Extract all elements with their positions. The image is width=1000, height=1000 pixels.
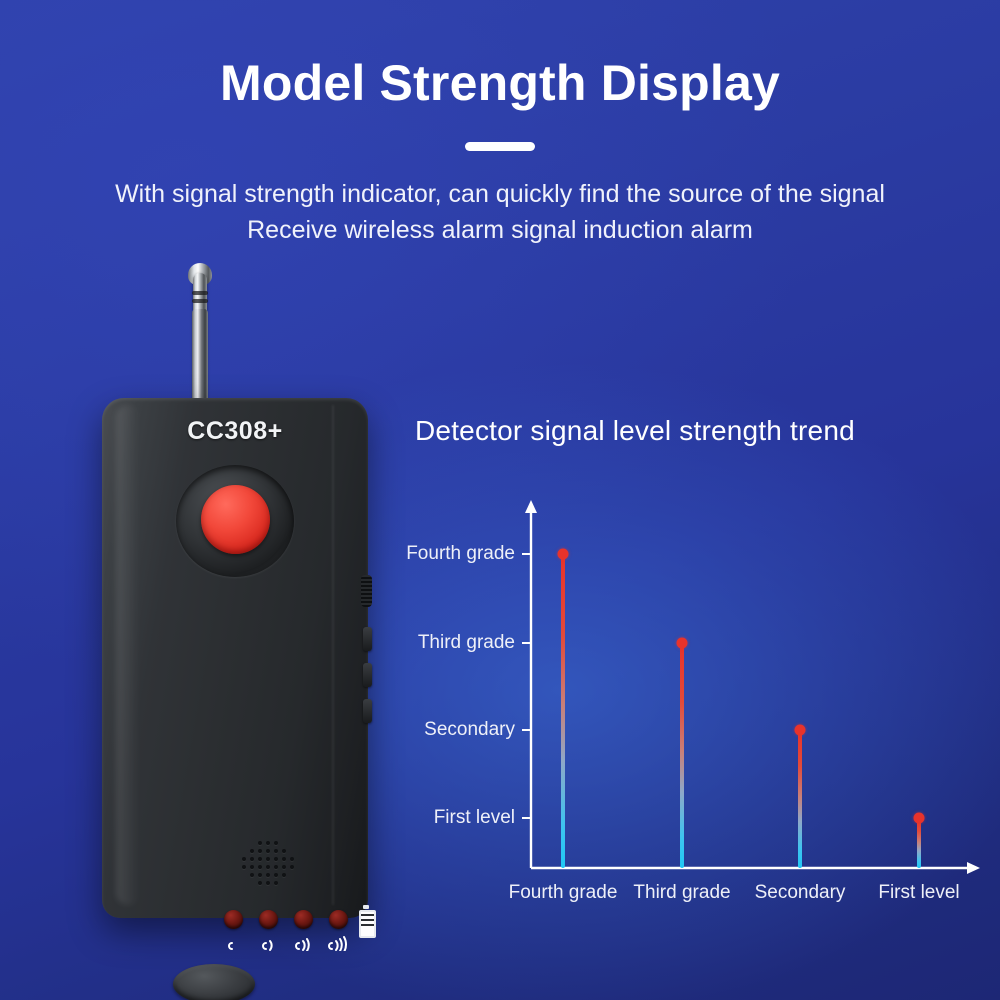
chart-x-tick-label: Secondary [754,882,846,903]
device-highlight [116,405,140,905]
chart-title: Detector signal level strength trend [415,415,855,446]
speaker-dot [274,865,278,869]
chart-y-tick-label: Third grade [417,632,515,653]
speaker-dot [242,857,246,861]
speaker-dot [266,841,270,845]
speaker-dot [258,873,262,877]
speaker-dot [250,873,254,877]
chart-y-tick-label: Fourth grade [406,543,515,564]
side-knurled-switch[interactable] [361,575,372,607]
speaker-dot [282,849,286,853]
speaker-dot [282,857,286,861]
speaker-grille-icon [242,841,304,893]
signal-wave-3-icon [292,933,316,952]
red-lens-button[interactable] [201,485,270,554]
chart-data-point [676,637,688,649]
laser-button[interactable] [173,964,255,1000]
device-contour [332,405,334,905]
speaker-dot [250,849,254,853]
page-title: Model Strength Display [219,55,780,111]
chart-stem [798,730,802,868]
side-button-2[interactable] [363,663,372,687]
subtitle-line-2: Receive wireless alarm signal induction … [247,216,753,244]
speaker-dot [290,865,294,869]
signal-wave-4-icon [327,933,351,953]
signal-wave-1-icon [222,933,246,951]
signal-trend-chart: Fourth grade Third grade Secondary First le… [390,480,990,905]
device-model-label: CC308+ [187,417,283,445]
chart-x-tick-label: First level [878,882,960,903]
antenna-band-1 [192,291,208,295]
chart-data-point [913,812,925,824]
antenna-segment [192,309,208,405]
chart-data-point [794,724,806,736]
antenna-band-2 [192,299,208,303]
chart-y-tick-label: First level [433,807,515,828]
speaker-dot [258,841,262,845]
speaker-dot [258,881,262,885]
speaker-dot [258,865,262,869]
speaker-dot [258,849,262,853]
battery-cap-icon [363,905,369,909]
speaker-dot [266,857,270,861]
detector-device-image: CC308+ Laser W S E [80,255,400,1000]
chart-y-tick-label: Secondary [424,719,515,740]
chart-data-point [557,548,569,560]
speaker-dot [274,873,278,877]
speaker-dot [250,857,254,861]
speaker-dot [250,865,254,869]
led-1 [224,910,243,929]
signal-wave-2-icon [257,933,281,951]
chart-x-tick-label: Third grade [633,882,731,903]
chart-stem [680,643,684,868]
side-button-3[interactable] [363,699,372,723]
led-2 [259,910,278,929]
page-subtitle: With signal strength indicator, can quic… [0,176,1000,248]
title-divider [465,142,535,151]
subtitle-line-1: With signal strength indicator, can quic… [115,180,885,208]
speaker-dot [274,857,278,861]
speaker-dot [266,881,270,885]
led-3 [294,910,313,929]
speaker-dot [266,873,270,877]
led-4 [329,910,348,929]
speaker-dot [282,865,286,869]
speaker-dot [242,865,246,869]
chart-stem [561,554,565,868]
speaker-dot [274,849,278,853]
chart-stem [917,818,921,868]
speaker-dot [258,857,262,861]
side-button-1[interactable] [363,627,372,651]
battery-icon [359,910,376,938]
page-root: Model Strength Display With signal stren… [0,0,1000,1000]
speaker-dot [282,873,286,877]
speaker-dot [290,857,294,861]
speaker-dot [266,849,270,853]
chart-x-tick-label: Fourth grade [508,882,618,903]
speaker-dot [274,881,278,885]
speaker-dot [274,841,278,845]
speaker-dot [266,865,270,869]
